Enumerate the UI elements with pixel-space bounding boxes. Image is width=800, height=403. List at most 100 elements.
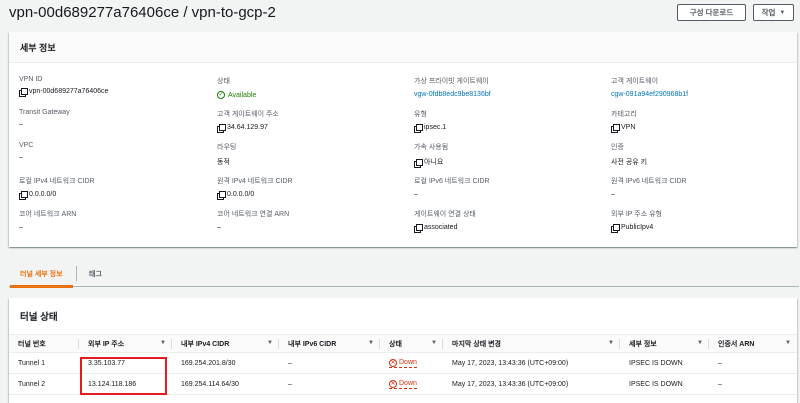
download-config-button[interactable]: 구성 다운로드 — [677, 4, 746, 21]
status-badge[interactable]: ✕ Down — [389, 379, 417, 389]
field-cgw: 고객 게이트웨이 cgw-091a94ef290968b1f — [611, 76, 800, 98]
error-circle-icon: ✕ — [389, 379, 397, 388]
field-transit-gateway: Transit Gateway – — [19, 109, 209, 128]
field-acceleration: 가속 사용됨 아니요 — [414, 142, 604, 168]
last-change: May 17, 2023, 13:43:36 (UTC+09:00) — [443, 352, 620, 374]
outside-ip: 13.124.118.186 — [79, 373, 172, 395]
tab-bar: 터널 세부 정보 태그 — [9, 260, 799, 288]
sort-icon[interactable]: ▼ — [267, 340, 273, 346]
copy-icon[interactable] — [611, 224, 620, 233]
core-attach-arn-value: – — [217, 224, 221, 231]
col-header-inside-ipv6[interactable]: 내부 IPv6 CIDR ▼ — [279, 334, 380, 353]
field-label: 외부 IP 주소 유형 — [611, 211, 662, 218]
sort-icon[interactable]: ▼ — [431, 340, 437, 346]
field-label: 고객 게이트웨이 — [611, 78, 659, 85]
field-local-ipv4: 로컬 IPv4 네트워크 CIDR 0.0.0.0/0 — [19, 176, 209, 200]
sort-icon[interactable]: ▼ — [368, 340, 374, 346]
copy-icon[interactable] — [19, 191, 28, 200]
field-label: 라우팅 — [217, 144, 237, 151]
field-remote-ipv6: 원격 IPv6 네트워크 CIDR – — [611, 176, 800, 198]
tab-tags[interactable]: 태그 — [89, 260, 102, 287]
field-category: 카테고리 VPN — [611, 109, 800, 133]
actions-button[interactable]: 작업 ▼ — [753, 4, 794, 21]
status-cell: ✕ Down — [380, 352, 443, 374]
page-header: vpn-00d689277a76406ce / vpn-to-gcp-2 구성 … — [0, 0, 800, 28]
field-core-network-arn: 코어 네트워크 ARN – — [19, 209, 209, 231]
col-header-details[interactable]: 세부 정보 ▼ — [620, 334, 709, 353]
col-header-inside-ipv4[interactable]: 내부 IPv4 CIDR ▼ — [172, 334, 279, 353]
field-auth: 인증 사전 공유 키 — [611, 142, 800, 167]
field-label: 코어 네트워크 ARN — [19, 211, 77, 218]
details-heading: 세부 정보 — [9, 32, 797, 63]
field-label: 가상 프라이빗 게이트웨이 — [414, 78, 489, 85]
routing-value: 동적 — [217, 159, 230, 166]
col-header-status[interactable]: 상태 ▼ — [380, 334, 443, 353]
type-value: ipsec.1 — [424, 124, 447, 131]
local-ipv6-value: – — [414, 191, 418, 198]
category-value: VPN — [621, 124, 636, 131]
local-ipv4-value: 0.0.0.0/0 — [29, 191, 57, 198]
acceleration-value: 아니요 — [424, 159, 444, 166]
copy-icon[interactable] — [19, 88, 28, 97]
cgw-address-value: 34.64.129.97 — [227, 124, 268, 131]
field-remote-ipv4: 원격 IPv4 네트워크 CIDR 0.0.0.0/0 — [217, 176, 407, 200]
auth-value: 사전 공유 키 — [611, 159, 648, 166]
sort-icon[interactable]: ▼ — [785, 340, 791, 346]
copy-icon[interactable] — [217, 191, 226, 200]
sort-icon[interactable]: ▼ — [697, 340, 703, 346]
inside-ipv4: 169.254.114.64/30 — [172, 373, 279, 395]
field-routing: 라우팅 동적 — [217, 142, 407, 167]
copy-icon[interactable] — [414, 224, 423, 233]
field-vgw: 가상 프라이빗 게이트웨이 vgw-0fdb8edc9be8136bf — [414, 76, 604, 98]
details: IPSEC IS DOWN — [620, 352, 709, 374]
copy-icon[interactable] — [217, 124, 226, 133]
col-header-tunnel-number[interactable]: 터널 번호 — [9, 334, 79, 353]
sort-icon[interactable]: ▼ — [608, 340, 614, 346]
copy-icon[interactable] — [414, 124, 423, 133]
sort-icon[interactable]: ▼ — [160, 340, 166, 346]
cgw-link[interactable]: cgw-091a94ef290968b1f — [611, 91, 688, 98]
error-circle-icon: ✕ — [389, 358, 397, 367]
field-label: 고객 게이트웨이 주소 — [217, 111, 279, 118]
col-header-last-change[interactable]: 마지막 상태 변경 ▼ — [443, 334, 620, 353]
field-label: 로컬 IPv6 네트워크 CIDR — [414, 178, 490, 185]
details-panel: 세부 정보 VPN ID vpn-00d689277a76406ce 상태 ✓ A… — [9, 32, 797, 247]
tunnel-number: Tunnel 1 — [9, 352, 79, 374]
details-grid: VPN ID vpn-00d689277a76406ce 상태 ✓ Availab… — [9, 63, 797, 247]
download-config-label: 구성 다운로드 — [689, 8, 734, 17]
field-label: 원격 IPv4 네트워크 CIDR — [217, 178, 293, 185]
col-header-cert-arn[interactable]: 인증서 ARN ▼ — [709, 334, 797, 353]
col-header-outside-ip[interactable]: 외부 IP 주소 ▼ — [79, 334, 172, 353]
copy-icon[interactable] — [414, 158, 423, 168]
vgw-link[interactable]: vgw-0fdb8edc9be8136bf — [414, 91, 491, 98]
last-change: May 17, 2023, 13:43:36 (UTC+09:00) — [443, 373, 620, 395]
tab-tunnel-details[interactable]: 터널 세부 정보 — [10, 260, 72, 288]
status-badge[interactable]: ✕ Down — [389, 358, 417, 368]
tgw-value: – — [19, 121, 23, 128]
tunnel-table: 터널 번호 외부 IP 주소 ▼ 내부 IPv4 CIDR ▼ 내부 IPv6 CI… — [9, 334, 797, 395]
cert-arn: – — [709, 352, 797, 374]
inside-ipv4: 169.254.201.8/30 — [172, 352, 279, 374]
field-label: 가속 사용됨 — [414, 144, 449, 151]
remote-ipv6-value: – — [611, 191, 615, 198]
field-core-attach-arn: 코어 네트워크 연결 ARN – — [217, 209, 407, 231]
table-row: Tunnel 1 3.35.103.77 169.254.201.8/30 – … — [9, 352, 797, 374]
copy-icon[interactable] — [611, 124, 620, 133]
table-header-row: 터널 번호 외부 IP 주소 ▼ 내부 IPv4 CIDR ▼ 내부 IPv6 CI… — [9, 334, 797, 353]
tunnel-number: Tunnel 2 — [9, 373, 79, 395]
field-vpn-id: VPN ID vpn-00d689277a76406ce — [19, 76, 209, 97]
field-label: 로컬 IPv4 네트워크 CIDR — [19, 178, 95, 185]
field-cgw-address: 고객 게이트웨이 주소 34.64.129.97 — [217, 109, 407, 133]
caret-down-icon: ▼ — [779, 9, 786, 16]
check-circle-icon: ✓ — [217, 91, 225, 99]
page-title: vpn-00d689277a76406ce / vpn-to-gcp-2 — [9, 4, 276, 21]
field-label: 카테고리 — [611, 111, 637, 118]
inside-ipv6: – — [279, 373, 380, 395]
field-type: 유형 ipsec.1 — [414, 109, 604, 133]
actions-label: 작업 — [761, 8, 776, 17]
core-arn-value: – — [19, 224, 23, 231]
status-cell: ✕ Down — [380, 373, 443, 395]
field-label: 코어 네트워크 연결 ARN — [217, 211, 290, 218]
state-value: Available — [228, 91, 257, 99]
tunnel-status-panel: 터널 상태 터널 번호 외부 IP 주소 ▼ 내부 IPv4 CIDR ▼ 내부 I… — [9, 298, 797, 403]
